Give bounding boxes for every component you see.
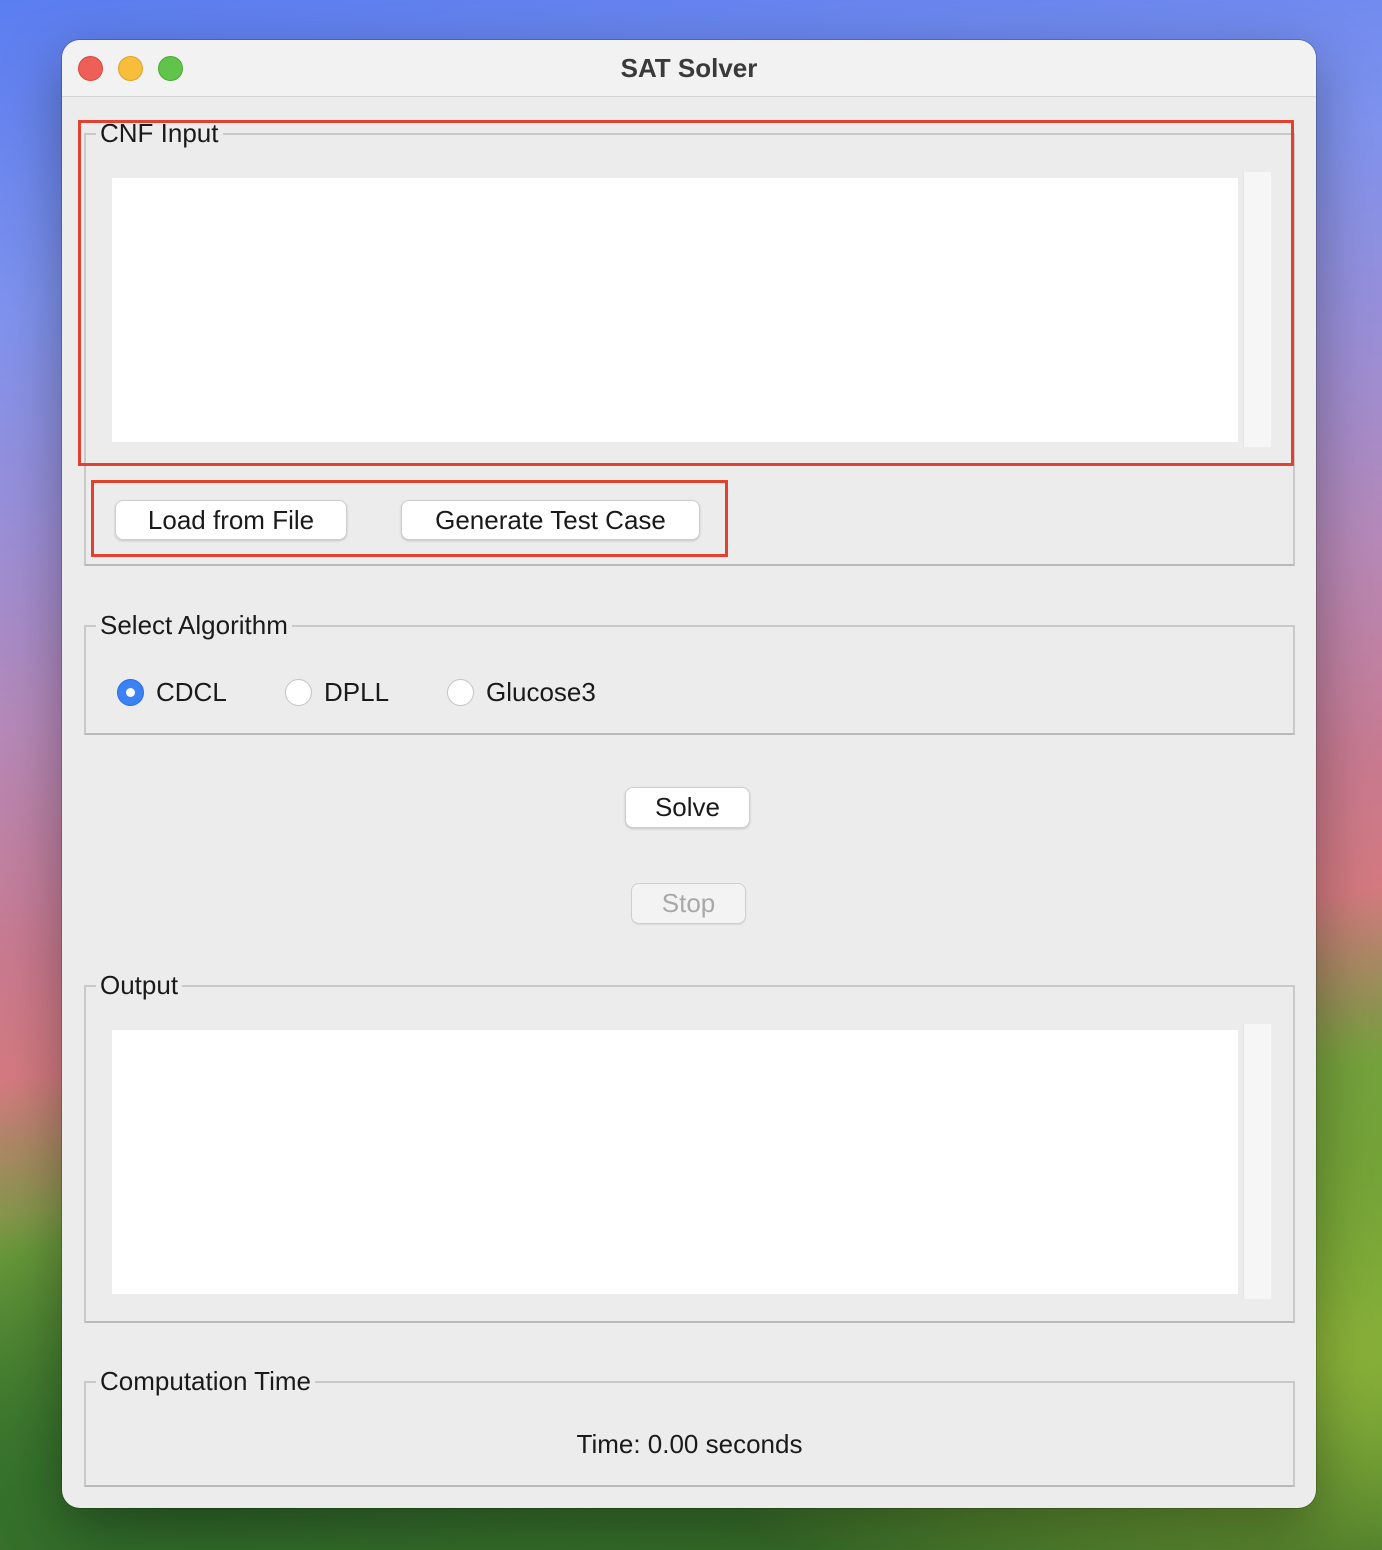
output-textarea[interactable] <box>112 1030 1238 1294</box>
radio-button-cdcl[interactable] <box>117 678 144 706</box>
title-bar[interactable]: SAT Solver <box>62 40 1316 97</box>
output-group-label: Output <box>96 970 183 1000</box>
radio-option-cdcl[interactable]: CDCL <box>117 675 227 709</box>
cnf-input-textarea[interactable] <box>112 178 1238 442</box>
radio-option-glucose3[interactable]: Glucose3 <box>447 675 596 709</box>
computation-time-group-label: Computation Time <box>96 1366 315 1396</box>
select-algorithm-group: Select Algorithm CDCL DPLL Glucose3 <box>84 610 1295 735</box>
load-from-file-button[interactable]: Load from File <box>115 500 347 540</box>
window-title: SAT Solver <box>620 53 758 83</box>
solve-button[interactable]: Solve <box>625 787 750 828</box>
stop-button[interactable]: Stop <box>631 883 746 924</box>
computation-time-value: Time: 0.00 seconds <box>576 1429 803 1459</box>
cnf-input-scrollbar[interactable] <box>1243 172 1271 447</box>
app-window: SAT Solver CNF Input Load from File Gene… <box>62 40 1316 1508</box>
radio-button-glucose3[interactable] <box>447 678 474 706</box>
output-scrollbar[interactable] <box>1243 1024 1271 1299</box>
radio-label-dpll: DPLL <box>324 676 390 707</box>
radio-label-glucose3: Glucose3 <box>486 676 596 707</box>
cnf-input-group-label: CNF Input <box>96 118 223 148</box>
radio-button-dpll[interactable] <box>285 678 312 706</box>
radio-label-cdcl: CDCL <box>156 676 227 707</box>
computation-time-group: Computation Time Time: 0.00 seconds <box>84 1366 1295 1487</box>
select-algorithm-group-label: Select Algorithm <box>96 610 292 640</box>
generate-test-case-button[interactable]: Generate Test Case <box>401 500 700 540</box>
output-group: Output <box>84 970 1295 1323</box>
radio-option-dpll[interactable]: DPLL <box>285 675 389 709</box>
cnf-input-group: CNF Input Load from File Generate Test C… <box>84 118 1295 566</box>
